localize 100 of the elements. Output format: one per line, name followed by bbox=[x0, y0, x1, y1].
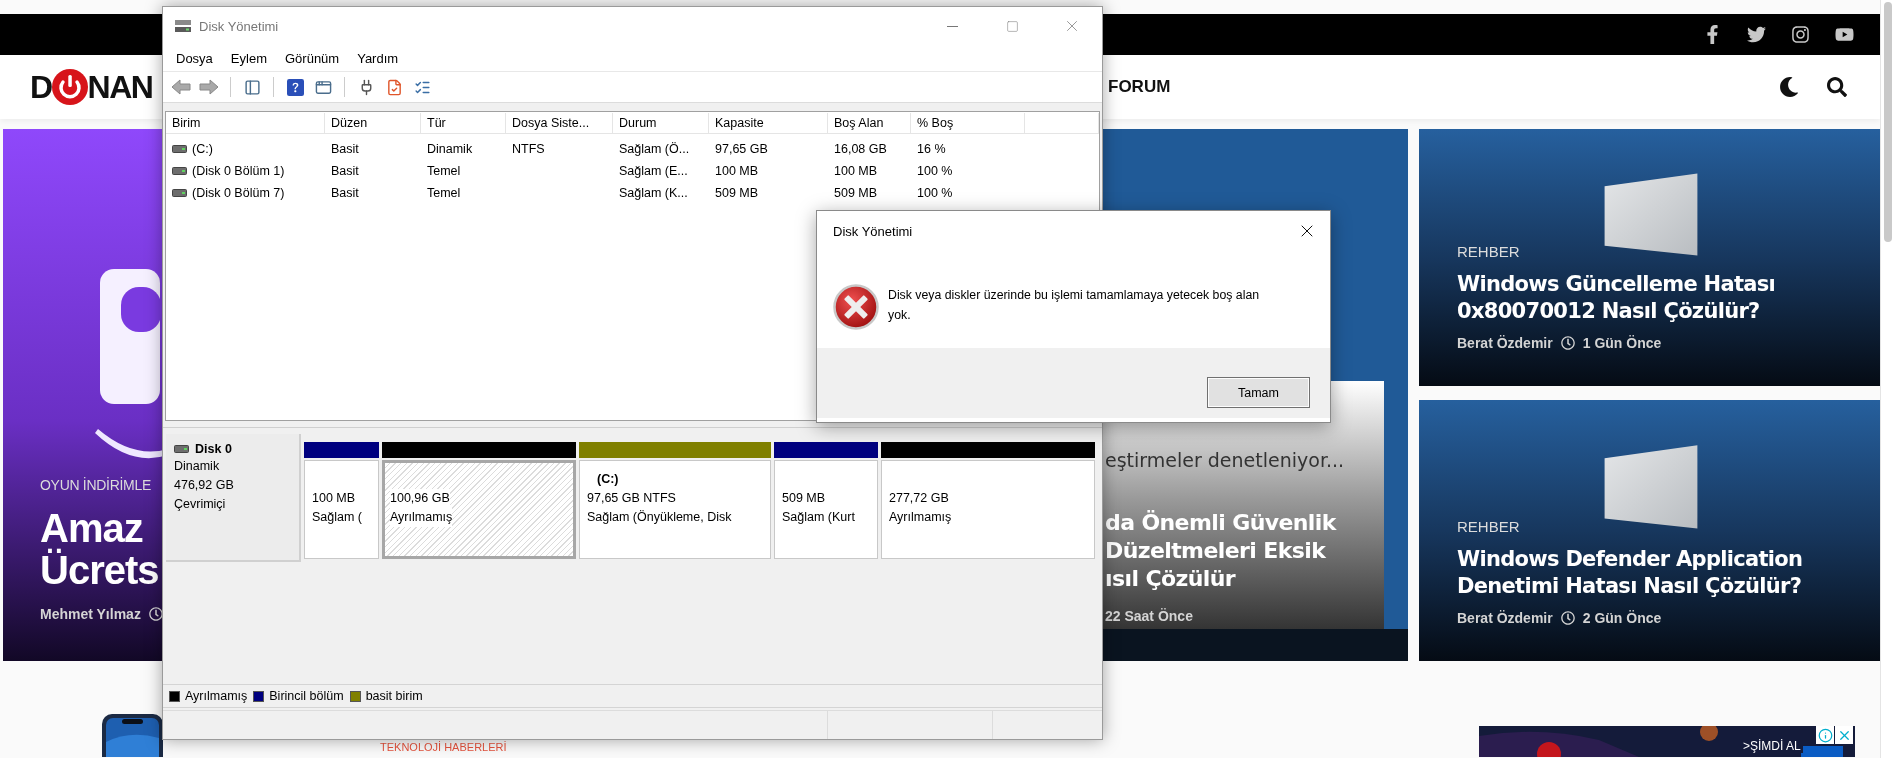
disk-name: Disk 0 bbox=[195, 442, 232, 456]
article-category[interactable]: REHBER bbox=[1457, 242, 1520, 262]
menu-item[interactable]: Dosya bbox=[167, 47, 222, 69]
partition-text: 100 MB bbox=[312, 490, 356, 507]
column-header[interactable]: Dosya Siste... bbox=[506, 113, 613, 133]
legend-label: Ayrılmamış bbox=[185, 688, 248, 705]
partition-text: Sağlam ( bbox=[312, 509, 363, 526]
post-time: 2 Gün Önce bbox=[1582, 610, 1662, 626]
table-cell: Temel bbox=[427, 164, 461, 178]
author-name[interactable]: Mehmet Yılmaz bbox=[40, 606, 141, 622]
partition-block[interactable]: 100 MB Sağlam ( bbox=[304, 460, 379, 559]
drive-icon bbox=[172, 167, 187, 175]
table-cell: 100 MB bbox=[715, 164, 759, 178]
nav-link[interactable]: FORUM bbox=[1108, 77, 1171, 97]
article-title[interactable]: da Önemli Güvenlik Düzeltmeleri Eksik ısıl Çözülür bbox=[1105, 509, 1336, 593]
minimize-icon bbox=[946, 25, 958, 27]
article-title[interactable]: Amaz Ücrets bbox=[40, 507, 159, 591]
drive-icon bbox=[172, 189, 187, 197]
logo-text[interactable]: D bbox=[30, 71, 52, 103]
post-time: 22 Saat Önce bbox=[1105, 608, 1193, 624]
table-cell: 509 MB bbox=[715, 186, 759, 200]
table-cell: 100 % bbox=[917, 186, 953, 200]
power-logo-icon bbox=[50, 68, 89, 106]
disk-panel[interactable]: Disk 0 Dinamik 476,92 GB Çevrimiçi bbox=[166, 434, 301, 562]
logo-text[interactable]: NAN bbox=[87, 71, 153, 103]
author-name[interactable]: Berat Özdemir bbox=[1457, 335, 1553, 351]
advertisement[interactable]: >ŞİMDİ AL bbox=[1479, 726, 1855, 757]
ok-button[interactable]: Tamam bbox=[1207, 377, 1310, 408]
table-cell: Basit bbox=[331, 164, 359, 178]
disk-size: 476,92 GB bbox=[174, 477, 235, 494]
table-cell: 16 % bbox=[917, 142, 946, 156]
partition-block[interactable]: 509 MB Sağlam (Kurt bbox=[774, 460, 878, 559]
article-title[interactable]: Windows Güncelleme Hatası 0x80070012 Nasıl Çözülür? bbox=[1457, 271, 1776, 325]
table-cell: Basit bbox=[331, 142, 359, 156]
partition-block[interactable]: (C:) 97,65 GB NTFS Sağlam (Önyükleme, Disk bbox=[579, 460, 771, 559]
window-icon bbox=[314, 78, 332, 96]
screenshot-caption: eştirmeler denetleniyor... bbox=[1105, 449, 1345, 471]
panel-icon bbox=[243, 78, 261, 96]
menu-item[interactable]: Yardım bbox=[348, 47, 408, 69]
error-icon bbox=[833, 284, 879, 330]
article-category[interactable]: OYUN İNDİRİMLE bbox=[40, 475, 151, 495]
table-cell: NTFS bbox=[512, 142, 545, 156]
clock-icon bbox=[148, 607, 163, 621]
help-icon bbox=[286, 78, 304, 96]
partition-text: 100,96 GB bbox=[390, 489, 450, 508]
close-icon[interactable] bbox=[1835, 726, 1853, 744]
table-cell: Sağlam (K... bbox=[619, 186, 688, 200]
column-header[interactable]: Tür bbox=[421, 113, 506, 133]
bird-icon[interactable] bbox=[1747, 25, 1766, 44]
article-title[interactable]: Windows Defender Application Denetimi Hatası Nasıl Çözülür? bbox=[1457, 546, 1803, 600]
table-cell: (Disk 0 Bölüm 7) bbox=[192, 186, 285, 200]
table-cell: 16,08 GB bbox=[834, 142, 887, 156]
article-category[interactable]: REHBER bbox=[1457, 517, 1520, 537]
search-icon[interactable] bbox=[1827, 77, 1847, 97]
play-icon[interactable] bbox=[1835, 25, 1854, 44]
ad-cta[interactable]: >ŞİMDİ AL bbox=[1741, 739, 1803, 753]
file-check-icon bbox=[385, 78, 403, 96]
table-cell: Temel bbox=[427, 186, 461, 200]
column-header[interactable]: Kapasite bbox=[709, 113, 828, 133]
column-header[interactable]: Boş Alan bbox=[828, 113, 911, 133]
partition-name: (C:) bbox=[596, 471, 620, 488]
dialog-title: Disk Yönetimi bbox=[833, 223, 913, 239]
post-time: 1 Gün Önce bbox=[1582, 335, 1662, 351]
partition-text: 277,72 GB bbox=[889, 490, 949, 507]
table-cell: Basit bbox=[331, 186, 359, 200]
menu-item[interactable]: Eylem bbox=[221, 47, 276, 69]
legend-swatch bbox=[169, 690, 180, 702]
partition-text: Sağlam (Kurt bbox=[782, 509, 855, 526]
moon-icon[interactable] bbox=[1779, 77, 1799, 97]
partition-block[interactable]: 100,96 GB Ayrılmamış bbox=[382, 460, 576, 559]
partition-block[interactable]: 277,72 GB Ayrılmamış bbox=[881, 460, 1095, 559]
column-header[interactable]: Durum bbox=[613, 113, 709, 133]
camera-icon[interactable] bbox=[1791, 25, 1810, 44]
column-header[interactable]: Düzen bbox=[325, 113, 421, 133]
partition-text: Ayrılmamış bbox=[390, 508, 453, 527]
section-title: TEKNOLOJİ HABERLERİ bbox=[380, 741, 507, 754]
error-message: Disk veya diskler üzerinde bu işlemi tamamlamaya yetecek boş alan yok. bbox=[888, 287, 1261, 324]
column-header[interactable]: Birim bbox=[166, 113, 325, 133]
table-cell: 100 % bbox=[917, 164, 953, 178]
legend-label: Birincil bölüm bbox=[269, 688, 344, 705]
scrollbar[interactable] bbox=[1880, 0, 1895, 758]
author-name[interactable]: Berat Özdemir bbox=[1457, 610, 1553, 626]
table-cell: 97,65 GB bbox=[715, 142, 768, 156]
partition-text: Sağlam (Önyükleme, Disk bbox=[587, 509, 732, 526]
disk-status: Çevrimiçi bbox=[174, 496, 227, 513]
app-icon bbox=[174, 19, 192, 33]
table-cell: (Disk 0 Bölüm 1) bbox=[192, 164, 285, 178]
partition-text: 97,65 GB NTFS bbox=[587, 490, 676, 507]
menu-item[interactable]: Görünüm bbox=[276, 47, 349, 69]
info-icon[interactable] bbox=[1816, 726, 1834, 744]
maximize-icon bbox=[1005, 19, 1019, 33]
window-title: Disk Yönetimi bbox=[199, 18, 279, 34]
legend-swatch bbox=[349, 690, 361, 702]
column-header[interactable]: % Boş bbox=[911, 113, 1025, 133]
table-cell: 100 MB bbox=[834, 164, 878, 178]
legend-swatch bbox=[253, 690, 265, 702]
table-cell: 509 MB bbox=[834, 186, 878, 200]
table-cell: Sağlam (Ö... bbox=[619, 142, 690, 156]
table-cell: (C:) bbox=[192, 142, 213, 156]
clock-icon bbox=[1560, 336, 1575, 350]
